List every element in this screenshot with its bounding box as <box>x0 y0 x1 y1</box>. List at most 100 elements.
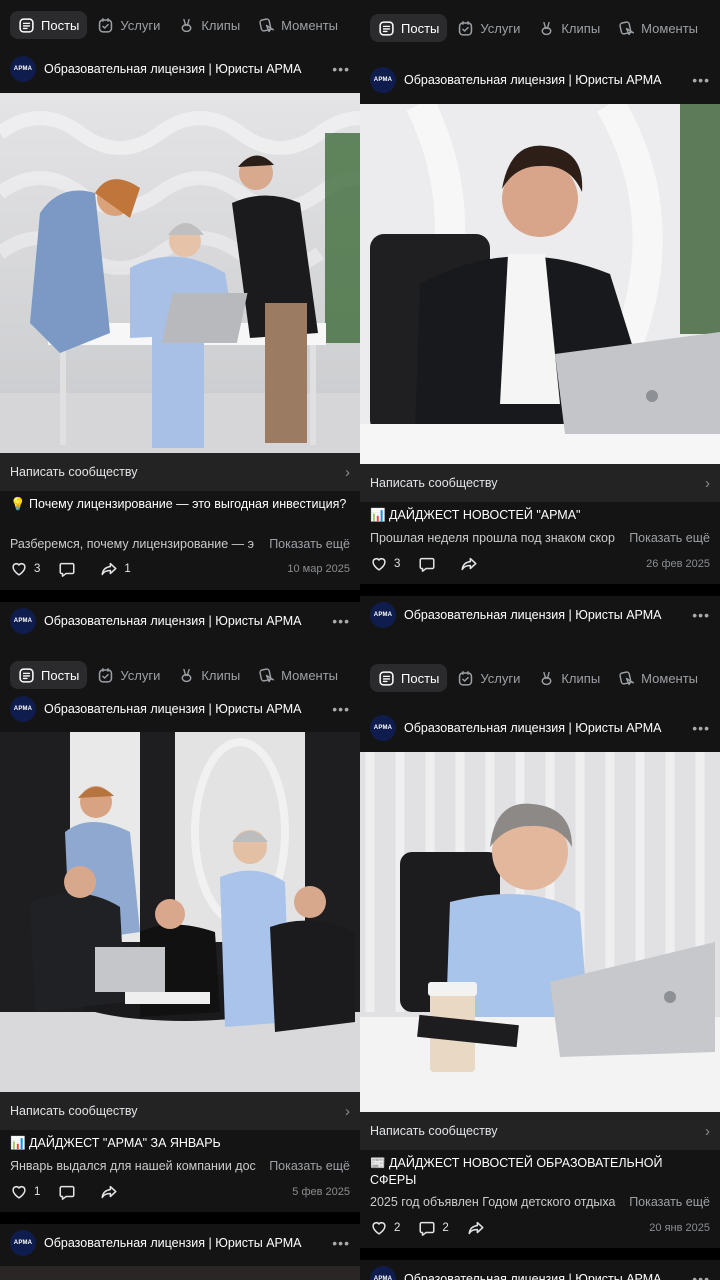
share-button[interactable] <box>100 1183 124 1201</box>
community-name[interactable]: Образовательная лицензия | Юристы АРМА <box>44 614 330 628</box>
tab-moments[interactable]: Моменты <box>250 11 346 39</box>
posts-icon <box>378 670 395 687</box>
post-date: 26 фев 2025 <box>646 558 710 570</box>
heart-icon <box>10 1183 28 1201</box>
more-options-icon[interactable]: ••• <box>330 61 350 77</box>
tab-posts[interactable]: Посты <box>370 14 448 42</box>
more-options-icon[interactable]: ••• <box>690 1271 710 1280</box>
community-avatar[interactable]: АРМА <box>370 1266 396 1280</box>
tab-moments[interactable]: Моменты <box>250 661 346 689</box>
comment-button[interactable] <box>58 560 82 578</box>
write-to-community-button[interactable]: Написать сообществу › <box>0 1092 360 1130</box>
community-avatar[interactable]: АРМА <box>10 608 36 634</box>
community-name[interactable]: Образовательная лицензия | Юристы АРМА <box>44 1236 330 1250</box>
write-to-community-button[interactable]: Написать сообществу › <box>0 453 360 491</box>
services-icon <box>457 20 474 37</box>
divider <box>360 1248 720 1260</box>
more-options-icon[interactable]: ••• <box>690 607 710 623</box>
chevron-right-icon: › <box>705 1122 710 1140</box>
show-more-link[interactable]: Показать ещё <box>265 536 350 553</box>
community-avatar[interactable]: АРМА <box>10 1230 36 1256</box>
post-title: 📊 ДАЙДЖЕСТ НОВОСТЕЙ "АРМА" <box>370 508 581 522</box>
clips-icon <box>178 17 195 34</box>
chevron-right-icon: › <box>705 474 710 492</box>
divider <box>360 584 720 596</box>
tab-clips[interactable]: Клипы <box>530 14 608 42</box>
share-icon <box>100 560 118 578</box>
tab-services[interactable]: Услуги <box>89 11 168 39</box>
tab-services[interactable]: Услуги <box>89 661 168 689</box>
post-photo[interactable] <box>0 93 360 453</box>
tab-posts[interactable]: Посты <box>370 664 448 692</box>
show-more-link[interactable]: Показать ещё <box>625 530 710 547</box>
posts-icon <box>18 17 35 34</box>
tab-moments[interactable]: Моменты <box>610 664 706 692</box>
tab-moments[interactable]: Моменты <box>610 14 706 42</box>
post-actions: 2 2 20 янв 2025 <box>370 1217 710 1239</box>
like-button[interactable]: 2 <box>370 1219 400 1237</box>
post-photo[interactable] <box>0 732 360 1092</box>
community-name[interactable]: Образовательная лицензия | Юристы АРМА <box>404 608 690 622</box>
community-avatar[interactable]: АРМА <box>370 67 396 93</box>
services-icon <box>97 667 114 684</box>
share-button[interactable] <box>460 555 484 573</box>
profile-tabs: Посты Услуги Клипы Моменты <box>360 653 720 703</box>
comment-icon <box>58 1183 76 1201</box>
post-date: 10 мар 2025 <box>287 563 350 575</box>
share-button[interactable] <box>467 1219 491 1237</box>
show-more-link[interactable]: Показать ещё <box>265 1158 350 1175</box>
screenshot-panel-4: Посты Услуги Клипы Моменты АРМА Образова… <box>360 640 720 1280</box>
like-button[interactable]: 1 <box>10 1183 40 1201</box>
heart-icon <box>10 560 28 578</box>
more-options-icon[interactable]: ••• <box>690 72 710 88</box>
share-icon <box>460 555 478 573</box>
more-options-icon[interactable]: ••• <box>690 720 710 736</box>
post-actions: 3 1 10 мар 2025 <box>10 558 350 580</box>
divider <box>0 1212 360 1224</box>
post-photo[interactable] <box>360 752 720 1112</box>
tab-posts[interactable]: Посты <box>10 11 88 39</box>
moments-icon <box>258 667 275 684</box>
post-header: АРМА Образовательная лицензия | Юристы А… <box>0 602 360 640</box>
more-options-icon[interactable]: ••• <box>330 613 350 629</box>
post-photo[interactable] <box>360 104 720 464</box>
post-actions: 1 5 фев 2025 <box>10 1181 350 1203</box>
community-name[interactable]: Образовательная лицензия | Юристы АРМА <box>404 721 690 735</box>
tab-clips[interactable]: Клипы <box>530 664 608 692</box>
share-button[interactable]: 1 <box>100 560 131 578</box>
post-header: АРМА Образовательная лицензия | Юристы А… <box>360 61 720 99</box>
tab-services[interactable]: Услуги <box>449 664 528 692</box>
community-avatar[interactable]: АРМА <box>370 715 396 741</box>
tab-clips[interactable]: Клипы <box>170 11 248 39</box>
like-button[interactable]: 3 <box>370 555 400 573</box>
share-icon <box>467 1219 485 1237</box>
clips-icon <box>538 20 555 37</box>
tab-posts[interactable]: Посты <box>10 661 88 689</box>
post-header: АРМА Образовательная лицензия | Юристы А… <box>0 1224 360 1262</box>
write-to-community-button[interactable]: Написать сообществу › <box>360 1112 720 1150</box>
moments-icon <box>258 17 275 34</box>
more-options-icon[interactable]: ••• <box>330 1235 350 1251</box>
community-name[interactable]: Образовательная лицензия | Юристы АРМА <box>404 1272 690 1280</box>
comment-button[interactable] <box>58 1183 82 1201</box>
heart-icon <box>370 555 388 573</box>
comment-button[interactable]: 2 <box>418 1219 449 1237</box>
post-excerpt: Прошлая неделя прошла под знаком скор Пок… <box>370 530 710 547</box>
comment-icon <box>418 1219 436 1237</box>
more-options-icon[interactable]: ••• <box>330 701 350 717</box>
post-header: АРМА Образовательная лицензия | Юристы А… <box>0 50 360 88</box>
comment-button[interactable] <box>418 555 442 573</box>
tab-clips[interactable]: Клипы <box>170 661 248 689</box>
like-button[interactable]: 3 <box>10 560 40 578</box>
community-name[interactable]: Образовательная лицензия | Юристы АРМА <box>44 702 330 716</box>
community-avatar[interactable]: АРМА <box>370 602 396 628</box>
community-avatar[interactable]: АРМА <box>10 56 36 82</box>
write-to-community-button[interactable]: Написать сообществу › <box>360 464 720 502</box>
post-title: 📊 ДАЙДЖЕСТ "АРМА" ЗА ЯНВАРЬ <box>10 1136 221 1150</box>
community-avatar[interactable]: АРМА <box>10 696 36 722</box>
tab-services[interactable]: Услуги <box>449 14 528 42</box>
comment-icon <box>58 560 76 578</box>
community-name[interactable]: Образовательная лицензия | Юристы АРМА <box>44 62 330 76</box>
community-name[interactable]: Образовательная лицензия | Юристы АРМА <box>404 73 690 87</box>
show-more-link[interactable]: Показать ещё <box>625 1194 710 1211</box>
